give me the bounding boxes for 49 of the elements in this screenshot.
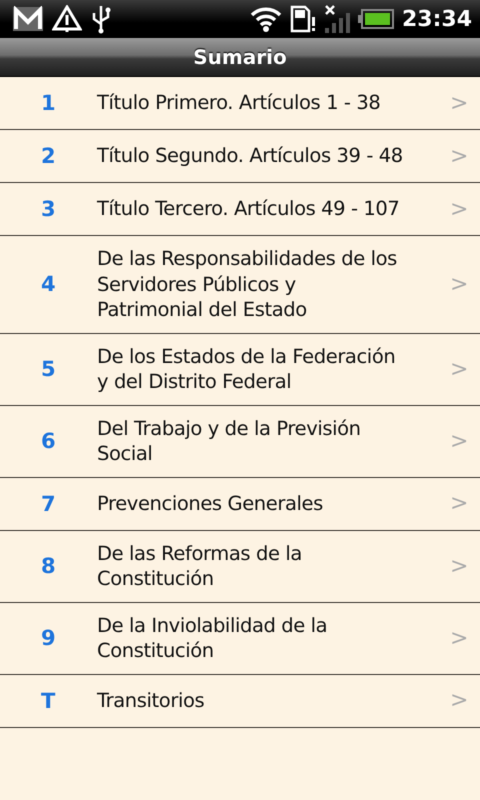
chevron-icon: >	[450, 554, 480, 578]
item-title: Transitorios	[97, 688, 206, 714]
item-number: 4	[40, 272, 57, 296]
toc-item[interactable]: 9 De la Inviolabilidad de la Constitución >	[0, 602, 480, 674]
toc-item[interactable]: 5 De los Estados de la Federación y del Distrito Federal >	[0, 334, 480, 406]
chevron-icon: >	[450, 144, 480, 168]
item-title: De los Estados de la Federación y del Distrito Federal	[97, 344, 396, 394]
signal-icon	[324, 4, 350, 34]
item-number: 6	[40, 429, 57, 453]
item-title: De la Inviolabilidad de la Constitución	[97, 612, 328, 664]
toc-item[interactable]: T Transitorios >	[0, 674, 480, 728]
toc-item[interactable]: 7 Prevenciones Generales >	[0, 478, 480, 530]
item-number: 9	[40, 626, 57, 650]
item-number: 8	[40, 554, 57, 578]
item-number: 2	[40, 144, 57, 168]
chevron-icon: >	[450, 356, 480, 382]
toc-item[interactable]: 3 Título Tercero. Artículos 49 - 107 >	[0, 183, 480, 236]
item-title: Prevenciones Generales	[97, 490, 324, 516]
toc-item[interactable]: 6 Del Trabajo y de la Previsión Social >	[0, 406, 480, 478]
item-number: 1	[40, 91, 57, 115]
item-number: T	[40, 688, 56, 712]
item-title: Título Primero. Artículos 1 - 38	[97, 90, 382, 116]
toc-item[interactable]: 1 Título Primero. Artículos 1 - 38 >	[0, 77, 480, 130]
item-number: 5	[40, 357, 57, 381]
sim-card-icon	[290, 5, 316, 33]
item-title: De las Responsabilidades de los Servidores Públicos y Patrimonial del Estado	[97, 246, 398, 322]
status-time: 23:34	[402, 6, 472, 32]
item-title: Del Trabajo y de la Previsión Social	[97, 416, 362, 466]
warning-icon	[52, 5, 82, 33]
toc-item[interactable]: 4 De las Responsabilidades de los Servidores Públicos y Patrimonial del Estado >	[0, 236, 480, 334]
chevron-icon: >	[450, 272, 480, 297]
chevron-icon: >	[450, 196, 480, 222]
item-number: 3	[40, 197, 57, 221]
item-title: Título Segundo. Artículos 39 - 48	[97, 143, 404, 169]
wifi-icon	[250, 6, 282, 32]
battery-icon	[358, 9, 394, 29]
item-number: 7	[40, 492, 57, 516]
chevron-icon: >	[450, 90, 480, 116]
chevron-icon: >	[450, 626, 480, 650]
chevron-icon: >	[450, 688, 480, 713]
toc-item[interactable]: 2 Título Segundo. Artículos 39 - 48 >	[0, 130, 480, 183]
chevron-icon: >	[450, 428, 480, 454]
mail-icon	[12, 6, 44, 32]
item-title: Título Tercero. Artículos 49 - 107	[97, 196, 400, 222]
toc-item[interactable]: 8 De las Reformas de la Constitución >	[0, 530, 480, 602]
chevron-icon: >	[450, 491, 480, 516]
item-title: De las Reformas de la Constitución	[97, 540, 303, 592]
usb-icon	[90, 4, 112, 34]
screen-title: Sumario	[193, 45, 287, 69]
